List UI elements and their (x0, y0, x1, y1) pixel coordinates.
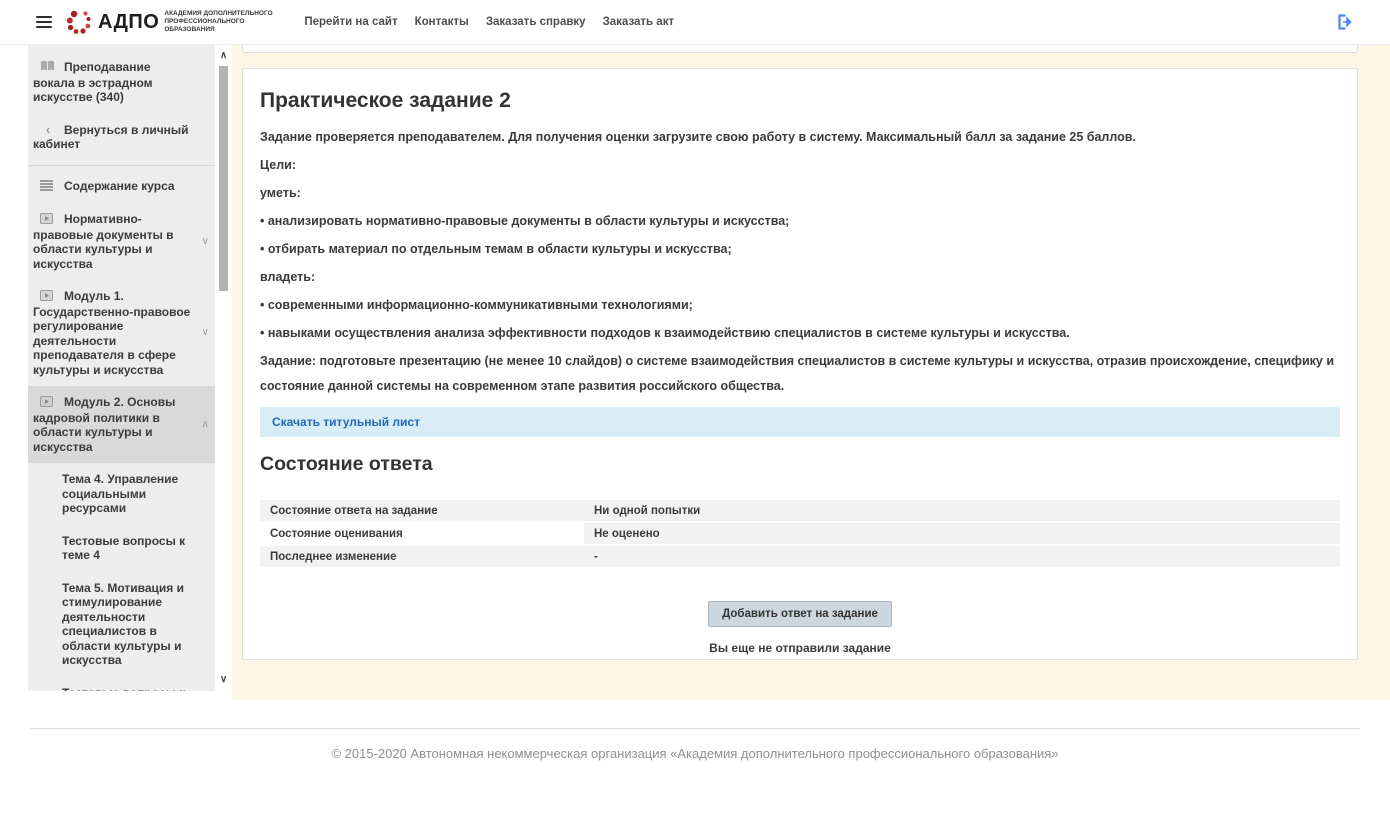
sidebar-item-label: Тема 5. Мотивация и стимулирование деяте… (62, 581, 184, 668)
nav-link-contacts[interactable]: Контакты (415, 16, 469, 28)
task-bullet: • навыками осуществления анализа эффекти… (260, 321, 1340, 346)
not-submitted-note: Вы еще не отправили задание (260, 641, 1340, 655)
sidebar-item-topic-5[interactable]: Тема 5. Мотивация и стимулирование деяте… (28, 572, 215, 677)
chevron-down-icon[interactable]: ∨ (202, 234, 209, 249)
row-value: Не оценено (584, 523, 1340, 546)
task-assignment: Задание: подготовьте презентацию (не мен… (260, 349, 1340, 399)
logo-subtitle: АКАДЕМИЯ ДОПОЛНИТЕЛЬНОГО ПРОФЕССИОНАЛЬНО… (164, 10, 274, 34)
sidebar-item-topic-4[interactable]: Тема 4. Управление социальными ресурсами (28, 463, 215, 525)
footer-copyright: © 2015-2020 Автономная некоммерческая ор… (0, 746, 1390, 761)
book-icon (40, 60, 56, 76)
sidebar-item-label: Содержание курса (64, 179, 175, 193)
screen: АДПО АКАДЕМИЯ ДОПОЛНИТЕЛЬНОГО ПРОФЕССИОН… (0, 0, 1390, 830)
sidebar-item-test-5[interactable]: Тестовые вопросы к теме 5 (28, 677, 215, 692)
task-master-label: владеть: (260, 265, 1340, 290)
sidebar-item-module-2[interactable]: Модуль 2. Основы кадровой политики в обл… (28, 386, 215, 463)
row-label: Последнее изменение (260, 546, 584, 569)
task-description: Задание проверяется преподавателем. Для … (260, 125, 1340, 150)
nav-link-site[interactable]: Перейти на сайт (304, 16, 397, 28)
list-icon (40, 180, 56, 195)
submission-status-heading: Состояние ответа (260, 453, 1340, 476)
chevron-down-icon[interactable]: ∨ (202, 326, 209, 341)
sidebar-scrollbar[interactable]: ∧ ∨ (215, 45, 232, 691)
sidebar-item-module-1[interactable]: Модуль 1. Государственно-правовое регули… (28, 280, 215, 386)
sidebar-item-test-4[interactable]: Тестовые вопросы к теме 4 (28, 525, 215, 572)
chevron-left-icon: ‹ (40, 123, 56, 138)
download-info-box: Скачать титульный лист (260, 407, 1340, 437)
sidebar-back-link[interactable]: ‹Вернуться в личный кабинет (28, 114, 215, 161)
page-title: Практическое задание 2 (260, 89, 1340, 113)
footer-divider (30, 728, 1360, 729)
table-row: Состояние ответа на задание Ни одной поп… (260, 500, 1340, 523)
sidebar-item-label: Тестовые вопросы к теме 5 (62, 686, 185, 692)
add-submission-button[interactable]: Добавить ответ на задание (708, 601, 892, 627)
sidebar-divider (28, 165, 215, 166)
sidebar-item-label: Тестовые вопросы к теме 4 (62, 534, 185, 563)
hamburger-menu-icon[interactable] (36, 13, 52, 31)
header-nav: Перейти на сайт Контакты Заказать справк… (304, 16, 674, 28)
table-row: Состояние оценивания Не оценено (260, 523, 1340, 546)
sidebar: Преподавание вокала в эстрадном искусств… (28, 45, 215, 691)
sidebar-item-label: Модуль 1. Государственно-правовое регули… (33, 289, 190, 377)
chevron-up-icon[interactable]: ∧ (202, 417, 209, 432)
top-header: АДПО АКАДЕМИЯ ДОПОЛНИТЕЛЬНОГО ПРОФЕССИОН… (0, 0, 1390, 45)
scroll-down-icon[interactable]: ∨ (215, 674, 232, 685)
scrollbar-thumb[interactable] (219, 66, 228, 291)
task-bullet: • отбирать материал по отдельным темам в… (260, 237, 1340, 262)
task-bullet: • современными информационно-коммуникати… (260, 293, 1340, 318)
task-bullet: • анализировать нормативно-правовые доку… (260, 209, 1340, 234)
logo[interactable]: АДПО АКАДЕМИЯ ДОПОЛНИТЕЛЬНОГО ПРОФЕССИОН… (65, 8, 274, 36)
row-value: Ни одной попытки (584, 500, 1340, 523)
submission-status-table: Состояние ответа на задание Ни одной поп… (260, 500, 1340, 569)
sidebar-item-label: Тема 4. Управление социальными ресурсами (62, 472, 178, 515)
logo-subtitle-line1: АКАДЕМИЯ ДОПОЛНИТЕЛЬНОГО (164, 10, 272, 17)
nav-link-act[interactable]: Заказать акт (603, 16, 675, 28)
sidebar-item-normative-docs[interactable]: Нормативно-правовые документы в области … (28, 203, 215, 280)
download-title-page-link[interactable]: Скачать титульный лист (272, 415, 420, 429)
table-row: Последнее изменение - (260, 546, 1340, 569)
video-icon (40, 213, 56, 228)
task-skills-label: уметь: (260, 181, 1340, 206)
video-icon (40, 290, 56, 305)
scroll-up-icon[interactable]: ∧ (215, 50, 232, 61)
row-value: - (584, 546, 1340, 569)
sidebar-course-title[interactable]: Преподавание вокала в эстрадном искусств… (28, 45, 215, 114)
back-link-label: Вернуться в личный кабинет (33, 123, 189, 152)
button-row: Добавить ответ на задание (260, 601, 1340, 627)
logo-acronym: АДПО (98, 11, 159, 34)
row-label: Состояние ответа на задание (260, 500, 584, 523)
logout-icon[interactable] (1336, 14, 1352, 30)
main-panel: Практическое задание 2 Задание проверяет… (242, 68, 1358, 660)
scrolled-panel-edge (242, 45, 1358, 53)
nav-link-certificate[interactable]: Заказать справку (486, 16, 586, 28)
task-goals-label: Цели: (260, 153, 1340, 178)
row-label: Состояние оценивания (260, 523, 584, 546)
video-icon (40, 396, 56, 411)
logo-emblem-icon (65, 8, 93, 36)
sidebar-item-course-contents[interactable]: Содержание курса (28, 170, 215, 204)
logo-subtitle-line2: ПРОФЕССИОНАЛЬНОГО ОБРАЗОВАНИЯ (164, 18, 244, 33)
